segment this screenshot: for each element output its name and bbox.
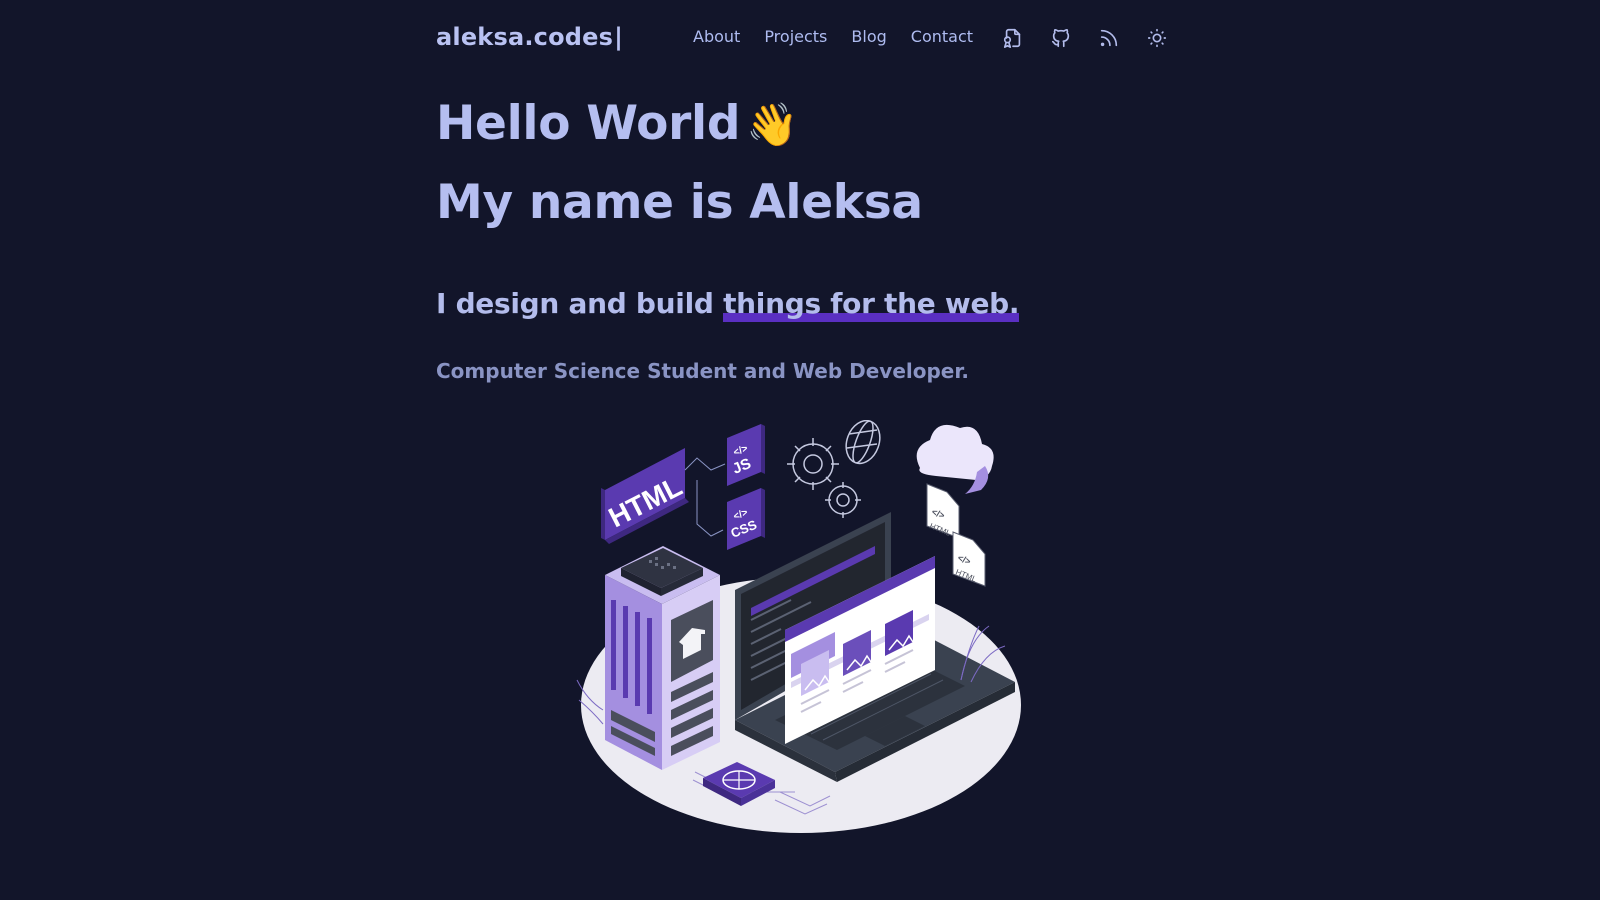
waving-hand-icon: 👋	[746, 100, 799, 149]
hero-illustration: HTML </> JS </> CSS </> HTML </> HTML	[575, 419, 1030, 840]
html-block: HTML	[601, 448, 689, 544]
server-tower	[605, 546, 720, 770]
nav-link-blog[interactable]: Blog	[851, 27, 886, 46]
web-development-illustration: HTML </> JS </> CSS </> HTML </> HTML	[576, 419, 1021, 833]
cloud-icon	[916, 424, 994, 494]
site-logo[interactable]: aleksa.codes|	[436, 23, 623, 51]
name-heading: My name is Aleksa	[436, 175, 923, 230]
sun-icon	[1147, 28, 1167, 48]
tagline: I design and build things for the web.	[436, 287, 1020, 322]
greeting-heading: Hello World 👋	[436, 96, 798, 151]
tagline-highlight: things for the web.	[723, 287, 1020, 322]
github-button[interactable]	[1048, 25, 1074, 51]
rss-button[interactable]	[1096, 25, 1122, 51]
globe-icon	[845, 419, 881, 465]
css-tile: </> CSS	[727, 488, 765, 550]
connector-lines	[684, 457, 726, 537]
logo-text: aleksa.codes	[436, 23, 614, 51]
greeting-text: Hello World	[436, 96, 741, 151]
gears-icon	[787, 438, 861, 518]
main-nav: About Projects Blog Contact	[693, 27, 973, 46]
github-icon	[1051, 28, 1070, 48]
html-document-2: </> HTML	[952, 531, 986, 587]
html-document-1: </> HTML	[926, 483, 960, 539]
theme-toggle-button[interactable]	[1144, 25, 1170, 51]
js-tile: </> JS	[727, 424, 765, 486]
tagline-text: I design and build	[436, 287, 724, 320]
logo-cursor: |	[614, 23, 624, 51]
nav-link-projects[interactable]: Projects	[764, 27, 827, 46]
rss-icon	[1100, 29, 1118, 47]
site-header: aleksa.codes| About Projects Blog Contac…	[436, 18, 1168, 58]
resume-icon	[1003, 28, 1021, 48]
page: aleksa.codes| About Projects Blog Contac…	[0, 0, 1600, 900]
nav-link-contact[interactable]: Contact	[911, 27, 973, 46]
nav-link-about[interactable]: About	[693, 27, 740, 46]
resume-button[interactable]	[1000, 25, 1026, 51]
subtitle: Computer Science Student and Web Develop…	[436, 359, 969, 383]
